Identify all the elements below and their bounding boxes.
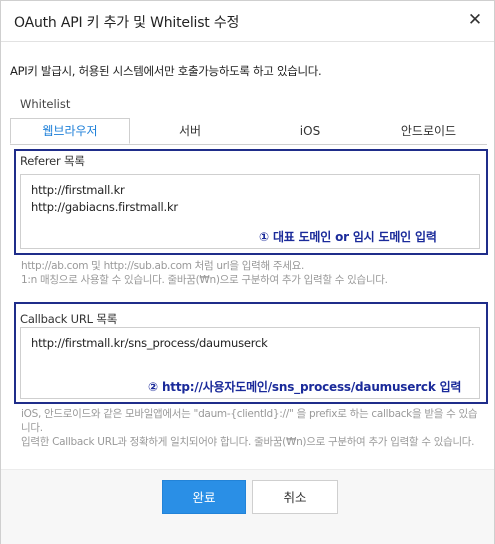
tab-android[interactable]: 안드로이드 <box>370 118 487 144</box>
referer-help-line: 1:n 매칭으로 사용할 수 있습니다. 줄바꿈(₩n)으로 구분하여 추가 입… <box>21 274 388 286</box>
callback-help-line: 입력한 Callback URL과 정확하게 일치되어야 합니다. 줄바꿈(₩n… <box>21 436 475 448</box>
close-icon[interactable]: ✕ <box>466 10 484 30</box>
callback-line: http://firstmall.kr/sns_process/daumuser… <box>31 336 268 350</box>
callback-help-line: iOS, 안드로이드와 같은 모바일앱에서는 "daum-{clientId}:… <box>21 408 478 434</box>
tab-web-browser[interactable]: 웹브라우저 <box>10 118 130 144</box>
api-key-dialog: OAuth API 키 추가 및 Whitelist 수정 ✕ API키 발급시… <box>0 0 495 544</box>
callback-help: iOS, 안드로이드와 같은 모바일앱에서는 "daum-{clientId}:… <box>21 407 483 449</box>
callback-label: Callback URL 목록 <box>20 312 118 326</box>
tab-server[interactable]: 서버 <box>130 118 250 144</box>
dialog-footer <box>1 469 494 544</box>
referer-line: http://firstmall.kr <box>31 183 125 197</box>
tab-ios[interactable]: iOS <box>250 118 370 144</box>
referer-annotation: ① 대표 도메인 or 임시 도메인 입력 <box>259 230 437 244</box>
cancel-button[interactable]: 취소 <box>252 480 338 514</box>
intro-text: API키 발급시, 허용된 시스템에서만 호출가능하도록 하고 있습니다. <box>10 64 322 78</box>
dialog-title: OAuth API 키 추가 및 Whitelist 수정 <box>14 15 240 31</box>
referer-label: Referer 목록 <box>20 154 85 168</box>
referer-help-line: http://ab.com 및 http://sub.ab.com 처럼 url… <box>21 260 305 272</box>
dialog-titlebar: OAuth API 키 추가 및 Whitelist 수정 ✕ <box>1 1 494 42</box>
confirm-button[interactable]: 완료 <box>162 480 246 514</box>
callback-annotation: ② http://사용자도메인/sns_process/daumuserck 입… <box>148 380 462 394</box>
referer-line: http://gabiacns.firstmall.kr <box>31 200 178 214</box>
referer-help: http://ab.com 및 http://sub.ab.com 처럼 url… <box>21 259 483 287</box>
whitelist-label: Whitelist <box>20 97 71 111</box>
platform-tabs: 웹브라우저 서버 iOS 안드로이드 <box>10 118 487 145</box>
